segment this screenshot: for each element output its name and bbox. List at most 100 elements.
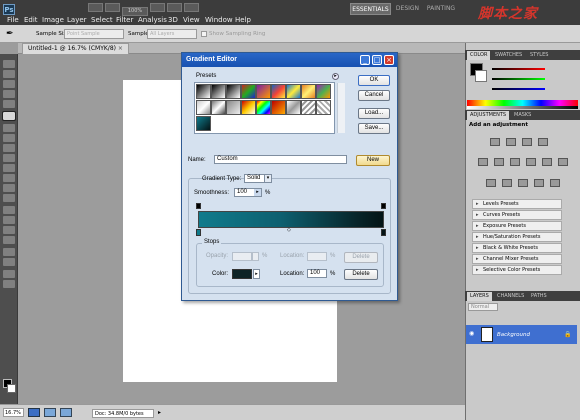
channel-mixer-icon[interactable] bbox=[558, 158, 568, 166]
preset-exposure[interactable]: Exposure Presets bbox=[472, 221, 562, 231]
tab-adjustments[interactable]: ADJUSTMENTS bbox=[467, 111, 510, 120]
color-slider-b[interactable] bbox=[492, 88, 545, 90]
preset-swatch-steel[interactable] bbox=[226, 100, 241, 115]
selective-color-icon[interactable] bbox=[550, 179, 560, 187]
tab-color[interactable]: COLOR bbox=[467, 51, 491, 60]
curves-icon[interactable] bbox=[522, 138, 532, 146]
color-slider-r[interactable] bbox=[492, 68, 545, 70]
quick-select-tool-icon[interactable] bbox=[3, 90, 15, 98]
zoom-field[interactable]: 16.7% bbox=[3, 408, 24, 417]
stop-color-swatch[interactable] bbox=[232, 269, 252, 279]
filmstrip-icon[interactable] bbox=[44, 408, 56, 417]
maximize-icon[interactable]: □ bbox=[372, 55, 382, 65]
mini-bridge-button[interactable] bbox=[105, 3, 120, 12]
minibridge-icon[interactable] bbox=[28, 408, 40, 417]
gradient-map-icon[interactable] bbox=[534, 179, 544, 187]
menu-file[interactable]: File bbox=[7, 16, 19, 24]
preset-swatch-fire[interactable] bbox=[241, 100, 256, 115]
bridge-button[interactable] bbox=[88, 3, 103, 12]
preset-swatch-chrome[interactable] bbox=[196, 100, 211, 115]
load-button[interactable]: Load... bbox=[358, 108, 390, 119]
preset-black-white[interactable]: Black & White Presets bbox=[472, 243, 562, 253]
eraser-tool-icon[interactable] bbox=[3, 164, 15, 172]
preset-swatch-stripes[interactable] bbox=[301, 100, 316, 115]
grayscale-ramp[interactable] bbox=[467, 106, 578, 109]
opacity-stop-left[interactable] bbox=[196, 203, 201, 209]
preset-swatch-silver[interactable] bbox=[211, 100, 226, 115]
preset-swatch-blue-red-yellow[interactable] bbox=[271, 84, 286, 99]
preset-swatch-red-green[interactable] bbox=[241, 84, 256, 99]
color-slider-g[interactable] bbox=[492, 78, 545, 80]
preset-swatch-spectrum[interactable] bbox=[256, 100, 271, 115]
blur-tool-icon[interactable] bbox=[3, 184, 15, 192]
eyedropper-icon[interactable]: ✒ bbox=[6, 29, 16, 39]
tab-paths[interactable]: PATHS bbox=[528, 292, 550, 301]
sample-dropdown[interactable]: All Layers bbox=[147, 29, 197, 39]
threshold-icon[interactable] bbox=[518, 179, 528, 187]
close-icon[interactable]: × bbox=[384, 55, 394, 65]
menu-view[interactable]: View bbox=[183, 16, 200, 24]
move-tool-icon[interactable] bbox=[3, 60, 15, 68]
sample-size-dropdown[interactable]: Point Sample bbox=[64, 29, 124, 39]
cancel-button[interactable]: Cancel bbox=[358, 90, 390, 101]
preset-curves[interactable]: Curves Presets bbox=[472, 210, 562, 220]
color-stop-right[interactable] bbox=[381, 229, 386, 236]
name-field[interactable]: Custom bbox=[214, 155, 347, 164]
background-color-swatch[interactable] bbox=[7, 384, 16, 393]
ok-button[interactable]: OK bbox=[358, 75, 390, 86]
delete-color-stop-button[interactable]: Delete bbox=[344, 269, 378, 280]
taskbar-icon[interactable] bbox=[60, 408, 72, 417]
path-select-tool-icon[interactable] bbox=[3, 226, 15, 234]
menu-3d[interactable]: 3D bbox=[168, 16, 178, 24]
arrange-documents-button[interactable] bbox=[167, 3, 182, 12]
hand-tool-icon[interactable] bbox=[3, 270, 15, 278]
show-sampling-ring-checkbox[interactable] bbox=[201, 31, 207, 37]
color-balance-icon[interactable] bbox=[510, 158, 520, 166]
gradient-tool-icon[interactable] bbox=[3, 174, 15, 182]
vibrance-icon[interactable] bbox=[478, 158, 488, 166]
eyedropper-tool-icon[interactable] bbox=[2, 111, 16, 121]
color-location-field[interactable]: 100 bbox=[307, 269, 327, 278]
tab-masks[interactable]: MASKS bbox=[511, 111, 534, 120]
preset-channel-mixer[interactable]: Channel Mixer Presets bbox=[472, 254, 562, 264]
view-extras-button[interactable] bbox=[150, 3, 165, 12]
color-stop-left[interactable] bbox=[196, 229, 201, 236]
tab-channels[interactable]: CHANNELS bbox=[494, 292, 527, 301]
3d-rotate-tool-icon[interactable] bbox=[3, 248, 15, 256]
zoom-level-dropdown[interactable]: 100% bbox=[122, 7, 148, 16]
menu-image[interactable]: Image bbox=[42, 16, 64, 24]
save-button[interactable]: Save... bbox=[358, 123, 390, 134]
lasso-tool-icon[interactable] bbox=[3, 80, 15, 88]
tab-layers[interactable]: LAYERS bbox=[467, 292, 492, 301]
menu-select[interactable]: Select bbox=[91, 16, 113, 24]
smoothness-arrow-icon[interactable]: ▸ bbox=[254, 189, 261, 196]
preset-swatch-orange-yellow[interactable] bbox=[301, 84, 316, 99]
preset-swatch-violet-orange[interactable] bbox=[256, 84, 271, 99]
pen-tool-icon[interactable] bbox=[3, 206, 15, 214]
menu-layer[interactable]: Layer bbox=[67, 16, 87, 24]
clone-stamp-tool-icon[interactable] bbox=[3, 144, 15, 152]
opacity-stop-right[interactable] bbox=[381, 203, 386, 209]
menu-window[interactable]: Window bbox=[205, 16, 233, 24]
blend-mode-dropdown[interactable]: Normal bbox=[468, 303, 498, 311]
preset-swatch-custom[interactable] bbox=[196, 116, 211, 131]
document-tab[interactable]: Untitled-1 @ 16.7% (CMYK/8) × bbox=[22, 43, 129, 54]
3d-orbit-tool-icon[interactable] bbox=[3, 258, 15, 266]
menu-filter[interactable]: Filter bbox=[116, 16, 133, 24]
menu-analysis[interactable]: Analysis bbox=[138, 16, 167, 24]
preset-hue-saturation[interactable]: Hue/Saturation Presets bbox=[472, 232, 562, 242]
invert-icon[interactable] bbox=[486, 179, 496, 187]
zoom-tool-icon[interactable] bbox=[3, 280, 15, 288]
preset-selective-color[interactable]: Selective Color Presets bbox=[472, 265, 562, 275]
close-tab-icon[interactable]: × bbox=[118, 45, 123, 52]
preset-swatch-black-white[interactable] bbox=[226, 84, 241, 99]
menu-edit[interactable]: Edit bbox=[24, 16, 38, 24]
presets-scrollbar[interactable] bbox=[337, 83, 345, 133]
preset-swatch-fg-transparent[interactable] bbox=[211, 84, 226, 99]
photo-filter-icon[interactable] bbox=[542, 158, 552, 166]
hue-saturation-icon[interactable] bbox=[494, 158, 504, 166]
layer-row-background[interactable]: ◉ Background 🔒 bbox=[466, 325, 577, 344]
gradient-preview-bar[interactable] bbox=[198, 211, 384, 228]
preset-swatch-transparent-stripes[interactable] bbox=[286, 100, 301, 115]
marquee-tool-icon[interactable] bbox=[3, 70, 15, 78]
